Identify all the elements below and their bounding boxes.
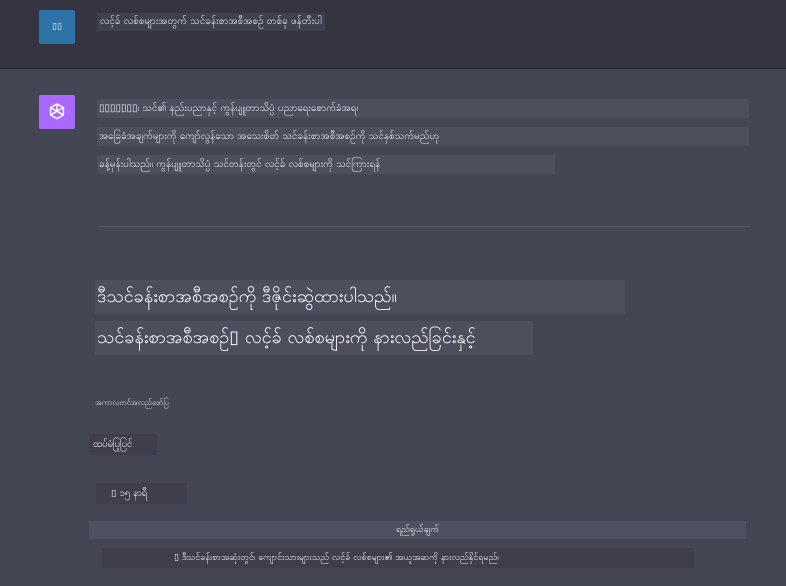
lesson-plan-title-line-1: ဒီသင်ခန်းစာအစီအစဉ်ကို ဒီဇိုင်းဆွဲထားပါသည… bbox=[95, 280, 625, 314]
objective-table-header: ရည်ရွယ်ချက် bbox=[89, 521, 746, 539]
intro-line-2: အခြေခံအချက်များကို ကျော်လွန်သော အသေးစိတ်… bbox=[97, 127, 749, 146]
intro-line-3: ခန့်မှန်းပါသည်။ ကွန်ပျူတာသိပ္ပံ သင်တန်းတ… bbox=[97, 155, 555, 174]
level-chip: ထပ်မံပြုပြင် bbox=[89, 434, 157, 455]
user-message-row: ▯▯ လင့်ခ် လစ်စများအတွက် သင်ခန်းစာအစီအစဉ်… bbox=[0, 0, 786, 69]
duration-chip: ▯ ၁၅ နာရီ bbox=[96, 483, 187, 504]
objective-table-cell: ▯ ဒီသင်ခန်းစာအဆုံးတွင်၊ ကျောင်းသားများသည… bbox=[102, 548, 694, 568]
user-avatar: ▯▯ bbox=[39, 10, 75, 44]
openai-logo-icon bbox=[39, 95, 75, 129]
user-message-text: လင့်ခ် လစ်စများအတွက် သင်ခန်းစာအစီအစဉ် တစ… bbox=[97, 13, 325, 31]
lesson-plan-title-line-2: သင်ခန်းစာအစီအစဉ်▯ လင့်ခ် လစ်စများကို နား… bbox=[95, 321, 533, 355]
intro-line-1: ▯▯▯▯▯▯▯၊ သင်၏ နည်းပညာနှင့် ကွန်ပျူတာသိပ္… bbox=[97, 99, 749, 118]
section-divider bbox=[97, 226, 751, 227]
section-subheading: အကာလတင်အလည်ဖော်ပြ bbox=[95, 398, 169, 407]
